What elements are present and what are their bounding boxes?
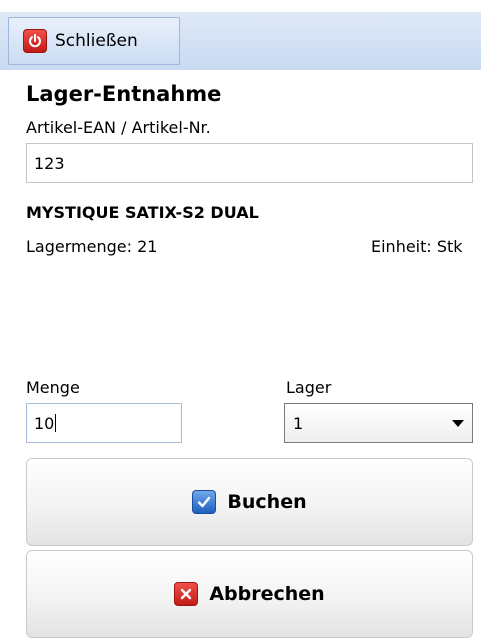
article-input[interactable]: 123: [26, 143, 473, 183]
quantity-label: Menge: [26, 378, 80, 397]
power-icon: [23, 29, 47, 53]
page-title: Lager-Entnahme: [26, 82, 222, 106]
text-cursor: [55, 414, 57, 432]
quantity-input[interactable]: 10: [26, 403, 182, 443]
product-name: MYSTIQUE SATIX-S2 DUAL: [26, 203, 259, 222]
book-button-label: Buchen: [227, 491, 307, 513]
book-button[interactable]: Buchen: [26, 458, 473, 546]
warehouse-select-value: 1: [293, 413, 304, 433]
cancel-button[interactable]: Abbrechen: [26, 550, 473, 638]
chevron-down-icon: [452, 419, 464, 427]
warehouse-select[interactable]: 1: [284, 403, 473, 443]
warehouse-label: Lager: [286, 378, 332, 397]
stock-quantity-text: Lagermenge: 21: [26, 237, 158, 256]
toolbar: Schließen: [0, 0, 481, 70]
unit-text: Einheit: Stk: [371, 237, 463, 256]
close-button-label: Schließen: [55, 31, 138, 51]
cancel-button-label: Abbrechen: [209, 583, 325, 605]
quantity-input-value: 10: [34, 413, 55, 433]
article-input-value: 123: [34, 153, 65, 173]
article-label: Artikel-EAN / Artikel-Nr.: [26, 118, 211, 137]
x-icon: [174, 582, 199, 606]
check-icon: [192, 490, 217, 514]
close-button[interactable]: Schließen: [8, 17, 180, 65]
